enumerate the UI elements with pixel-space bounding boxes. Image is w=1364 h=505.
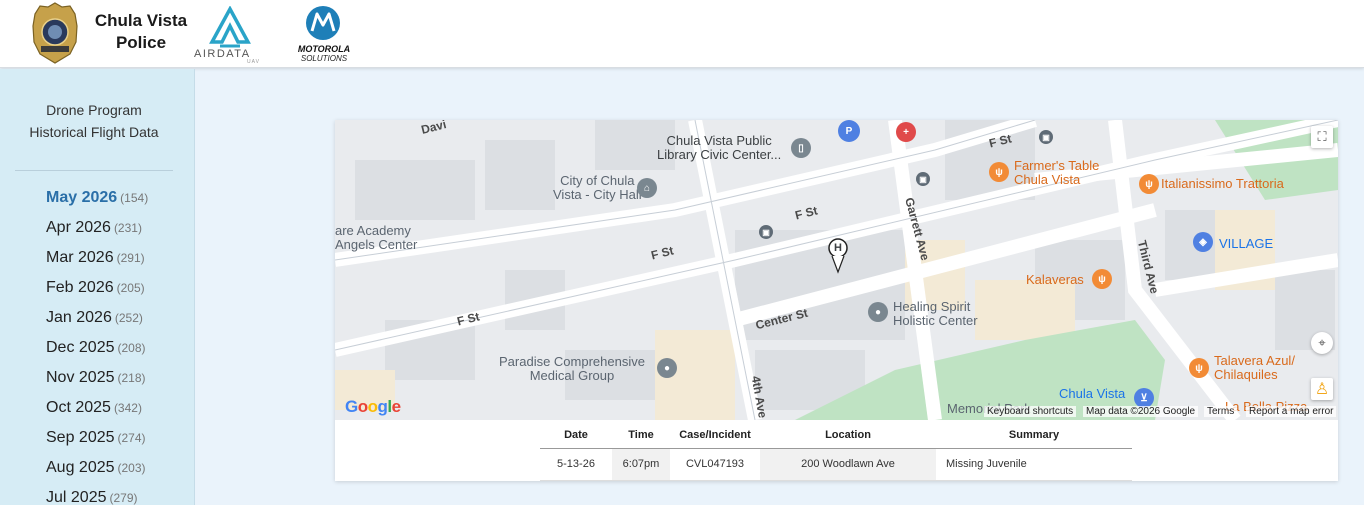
month-item-oct-2025[interactable]: Oct 2025 (342) xyxy=(46,398,148,428)
bus-stop-icon[interactable]: ▣ xyxy=(759,225,773,239)
library-icon[interactable]: ▯ xyxy=(791,138,811,158)
month-item-nov-2025[interactable]: Nov 2025 (218) xyxy=(46,368,148,398)
column-header-case: Case/Incident xyxy=(670,423,760,449)
map-view[interactable]: H Chula Vista Public Library Civic Cente… xyxy=(335,120,1338,420)
month-count: (231) xyxy=(113,221,142,235)
map-label-farmers[interactable]: Farmer's Table Chula Vista xyxy=(1014,159,1099,187)
site-header: Chula Vista Police AIRDATA UAV MOTOROLA … xyxy=(0,0,1364,68)
cell-summary: Missing Juvenile xyxy=(936,448,1132,481)
month-item-mar-2026[interactable]: Mar 2026 (291) xyxy=(46,248,148,278)
sidebar-title: Drone Program Historical Flight Data xyxy=(0,99,188,143)
locate-icon[interactable]: ⌖ xyxy=(1311,332,1333,354)
shopping-cart-icon[interactable]: ⊻ xyxy=(1134,388,1154,408)
city-hall-icon[interactable]: ⌂ xyxy=(637,178,657,198)
sidebar: Drone Program Historical Flight Data May… xyxy=(0,69,195,505)
motorola-sub: SOLUTIONS xyxy=(300,54,348,63)
google-logo: Google xyxy=(345,397,401,416)
table-row[interactable]: 5-13-26 6:07pm CVL047193 200 Woodlawn Av… xyxy=(540,448,1132,481)
month-count: (342) xyxy=(113,401,142,415)
cell-date: 5-13-26 xyxy=(540,448,612,481)
sidebar-title-line2: Historical Flight Data xyxy=(29,124,159,140)
month-label: Jan 2026 xyxy=(46,309,112,326)
map-label-healing[interactable]: Healing Spirit Holistic Center xyxy=(893,300,978,328)
month-count: (205) xyxy=(116,281,145,295)
medical-icon[interactable]: ● xyxy=(657,358,677,378)
month-item-jan-2026[interactable]: Jan 2026 (252) xyxy=(46,308,148,338)
month-item-dec-2025[interactable]: Dec 2025 (208) xyxy=(46,338,148,368)
month-label: Nov 2025 xyxy=(46,369,115,386)
month-item-feb-2026[interactable]: Feb 2026 (205) xyxy=(46,278,148,308)
flight-table: Date Time Case/Incident Location Summary… xyxy=(540,423,1132,481)
month-label: Sep 2025 xyxy=(46,429,115,446)
month-item-jul-2025[interactable]: Jul 2025 (279) xyxy=(46,488,148,505)
month-count: (154) xyxy=(120,191,149,205)
month-label: May 2026 xyxy=(46,189,118,206)
map-tiles xyxy=(335,120,1338,420)
month-label: Feb 2026 xyxy=(46,279,114,296)
map-data-attribution: Map data ©2026 Google xyxy=(1083,406,1199,417)
keyboard-shortcuts-link[interactable]: Keyboard shortcuts xyxy=(984,406,1077,417)
cell-time: 6:07pm xyxy=(612,448,670,481)
month-item-may-2026[interactable]: May 2026 (154) xyxy=(46,188,148,218)
helipad-marker[interactable]: H xyxy=(834,241,842,255)
motorola-name: MOTOROLA xyxy=(297,44,351,54)
hospital-icon[interactable]: + xyxy=(896,122,916,142)
month-label: Oct 2025 xyxy=(46,399,111,416)
pegman-icon[interactable]: ♙ xyxy=(1311,378,1333,400)
fullscreen-icon[interactable]: ⛶ xyxy=(1311,126,1333,148)
healing-icon[interactable]: ● xyxy=(868,302,888,322)
airdata-wordmark: AIRDATA xyxy=(194,48,251,60)
month-list: May 2026 (154) Apr 2026 (231) Mar 2026 (291… xyxy=(46,188,148,505)
month-count: (203) xyxy=(117,461,146,475)
sidebar-divider xyxy=(15,170,173,171)
airdata-sub: UAV xyxy=(247,59,260,65)
month-label: Mar 2026 xyxy=(46,249,114,266)
month-count: (274) xyxy=(117,431,146,445)
month-count: (218) xyxy=(117,371,146,385)
map-label-talavera[interactable]: Talavera Azul/ Chilaquiles xyxy=(1214,354,1295,382)
map-label-village[interactable]: VILLAGE xyxy=(1219,237,1273,251)
cell-location: 200 Woodlawn Ave xyxy=(760,448,936,481)
terms-link[interactable]: Terms xyxy=(1204,406,1238,417)
bus-stop-icon[interactable]: ▣ xyxy=(916,172,930,186)
month-item-apr-2026[interactable]: Apr 2026 (231) xyxy=(46,218,148,248)
column-header-date: Date xyxy=(540,423,612,449)
month-item-sep-2025[interactable]: Sep 2025 (274) xyxy=(46,428,148,458)
month-label: Aug 2025 xyxy=(46,459,115,476)
restaurant-icon[interactable]: ψ xyxy=(1092,269,1112,289)
motorola-logo-icon xyxy=(306,6,340,40)
month-count: (252) xyxy=(114,311,143,325)
month-label: Apr 2026 xyxy=(46,219,111,236)
map-label-library[interactable]: Chula Vista Public Library Civic Center.… xyxy=(657,134,781,162)
parking-icon[interactable]: P xyxy=(838,120,860,142)
map-label-italianissimo[interactable]: Italianissimo Trattoria xyxy=(1161,177,1284,191)
agency-name: Chula Vista Police xyxy=(94,11,188,52)
map-label-academy[interactable]: are Academy Angels Center xyxy=(335,224,417,252)
map-label-city-hall[interactable]: City of Chula Vista - City Hall xyxy=(553,174,642,202)
month-label: Jul 2025 xyxy=(46,489,107,505)
map-label-paradise[interactable]: Paradise Comprehensive Medical Group xyxy=(499,355,645,383)
motorola-wordmark: MOTOROLA SOLUTIONS xyxy=(290,44,358,64)
cell-case: CVL047193 xyxy=(670,448,760,481)
restaurant-icon[interactable]: ψ xyxy=(989,162,1009,182)
report-map-error-link[interactable]: Report a map error xyxy=(1246,406,1337,417)
restaurant-icon[interactable]: ψ xyxy=(1189,358,1209,378)
bus-stop-icon[interactable]: ▣ xyxy=(1039,130,1053,144)
map-label-kalaveras[interactable]: Kalaveras xyxy=(1026,273,1084,287)
column-header-summary: Summary xyxy=(936,423,1132,449)
flight-card: H Chula Vista Public Library Civic Cente… xyxy=(335,120,1338,481)
shopping-icon[interactable]: ◈ xyxy=(1193,232,1213,252)
column-header-location: Location xyxy=(760,423,936,449)
month-count: (208) xyxy=(117,341,146,355)
map-label-chula-vista[interactable]: Chula Vista xyxy=(1059,387,1125,401)
month-item-aug-2025[interactable]: Aug 2025 (203) xyxy=(46,458,148,488)
restaurant-icon[interactable]: ψ xyxy=(1139,174,1159,194)
table-header-row: Date Time Case/Incident Location Summary xyxy=(540,423,1132,449)
police-badge-logo xyxy=(32,2,78,64)
sidebar-title-line1: Drone Program xyxy=(46,102,142,118)
column-header-time: Time xyxy=(612,423,670,449)
month-count: (279) xyxy=(109,491,138,505)
month-label: Dec 2025 xyxy=(46,339,115,356)
month-count: (291) xyxy=(116,251,145,265)
